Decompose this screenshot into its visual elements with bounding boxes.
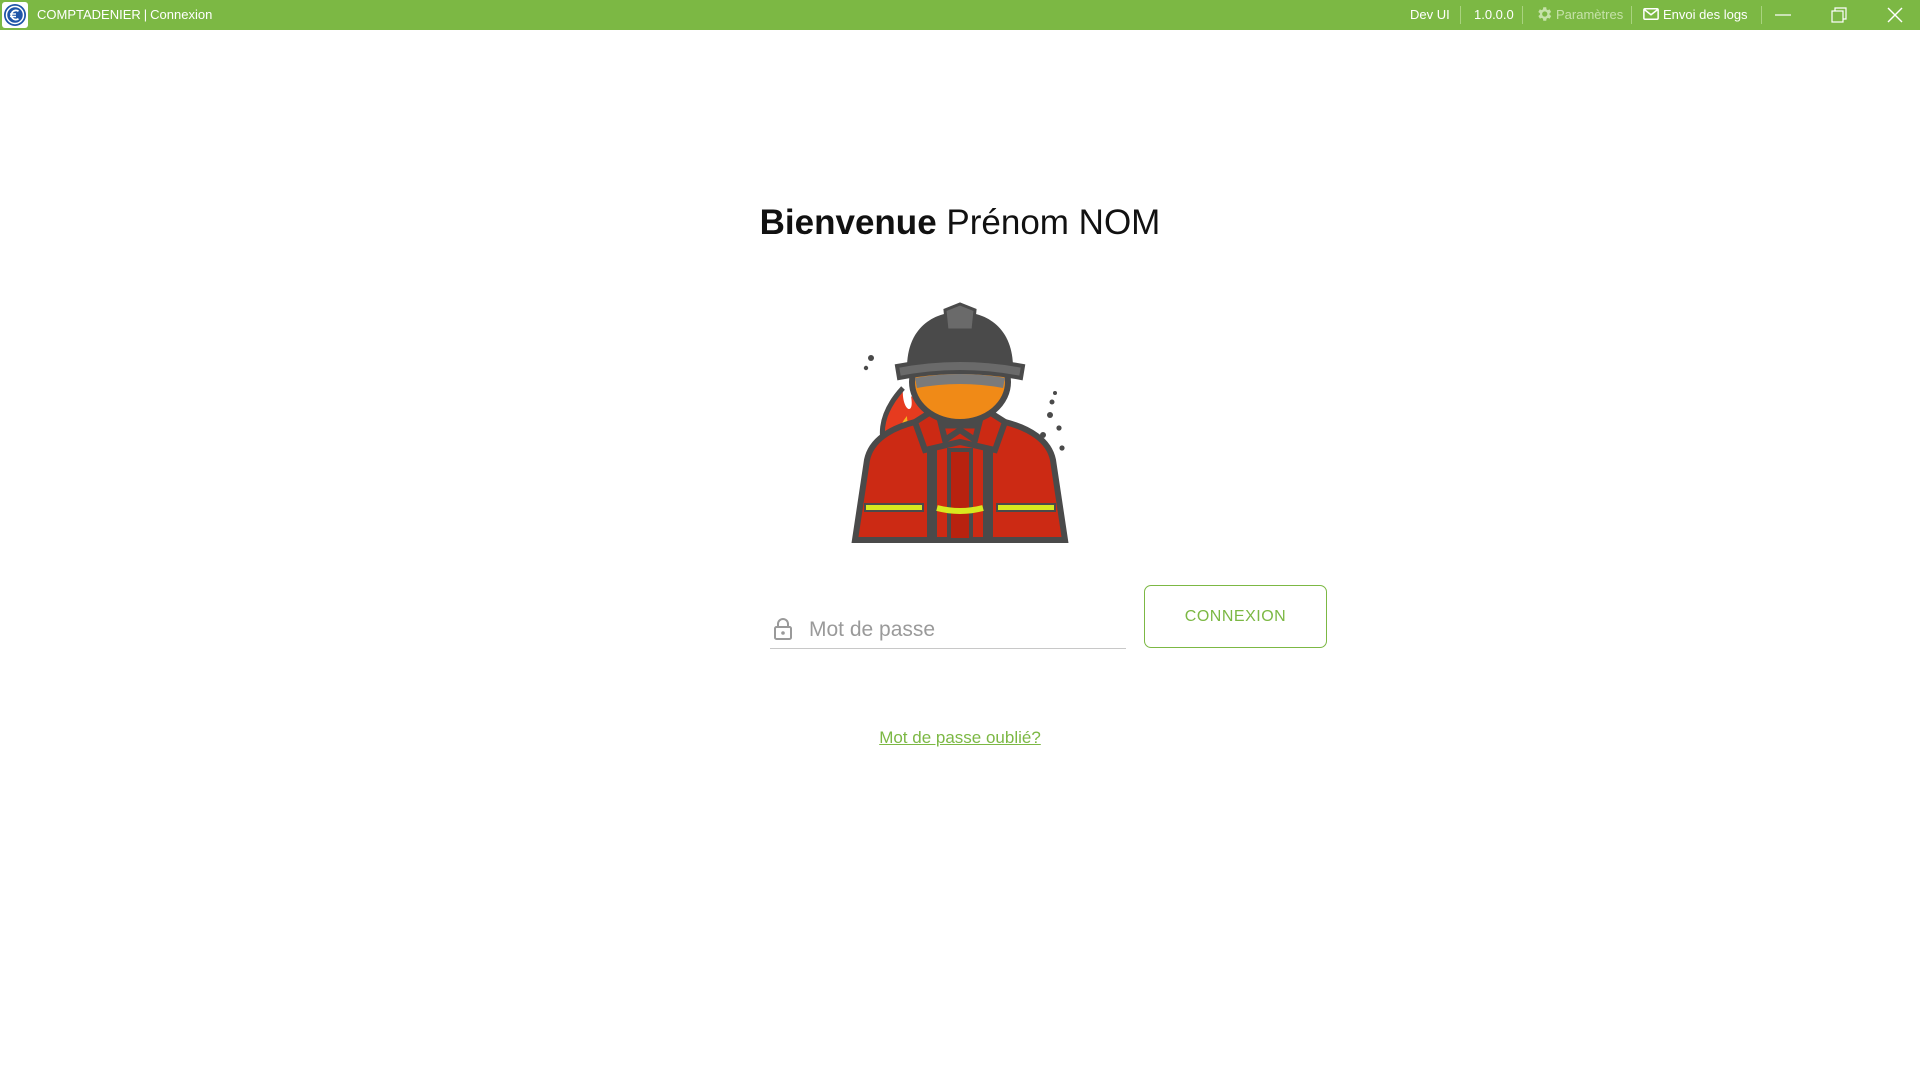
- restore-icon: [1831, 7, 1847, 23]
- version-label: 1.0.0.0: [1474, 7, 1514, 22]
- send-logs-label: Envoi des logs: [1663, 7, 1748, 22]
- user-name: Prénom NOM: [946, 203, 1161, 242]
- close-icon: [1887, 7, 1903, 23]
- app-name: COMPTADENIER: [37, 7, 141, 22]
- window-title: COMPTADENIER | Connexion: [37, 0, 212, 30]
- title-bar-divider: [1522, 6, 1523, 24]
- password-field: [770, 610, 1126, 649]
- settings-button[interactable]: Paramètres: [1535, 0, 1623, 30]
- restore-button[interactable]: [1817, 0, 1861, 30]
- title-bar-divider: [1631, 6, 1632, 24]
- welcome-heading: Bienvenue Prénom NOM: [0, 203, 1920, 243]
- lock-icon: [774, 618, 792, 640]
- firefighter-icon: [845, 300, 1075, 545]
- title-separator: |: [143, 7, 148, 22]
- minimize-button[interactable]: [1761, 0, 1805, 30]
- password-input[interactable]: [807, 614, 1121, 646]
- close-button[interactable]: [1873, 0, 1917, 30]
- environment-label: Dev UI: [1410, 7, 1450, 22]
- title-bar: COMPTADENIER | Connexion Dev UI 1.0.0.0 Pa…: [0, 0, 1920, 30]
- forgot-password-container: Mot de passe oublié?: [0, 728, 1920, 748]
- gear-icon: [1538, 7, 1552, 21]
- connect-button[interactable]: CONNEXION: [1144, 585, 1327, 648]
- envelope-icon: [1643, 8, 1659, 20]
- title-bar-divider: [1460, 6, 1461, 24]
- page-name: Connexion: [150, 7, 213, 22]
- forgot-password-link[interactable]: Mot de passe oublié?: [879, 728, 1041, 747]
- minimize-icon: [1775, 14, 1791, 16]
- welcome-label: Bienvenue: [759, 203, 937, 242]
- send-logs-button[interactable]: Envoi des logs: [1642, 0, 1748, 30]
- settings-label: Paramètres: [1556, 7, 1624, 22]
- euro-logo-icon: [2, 2, 28, 28]
